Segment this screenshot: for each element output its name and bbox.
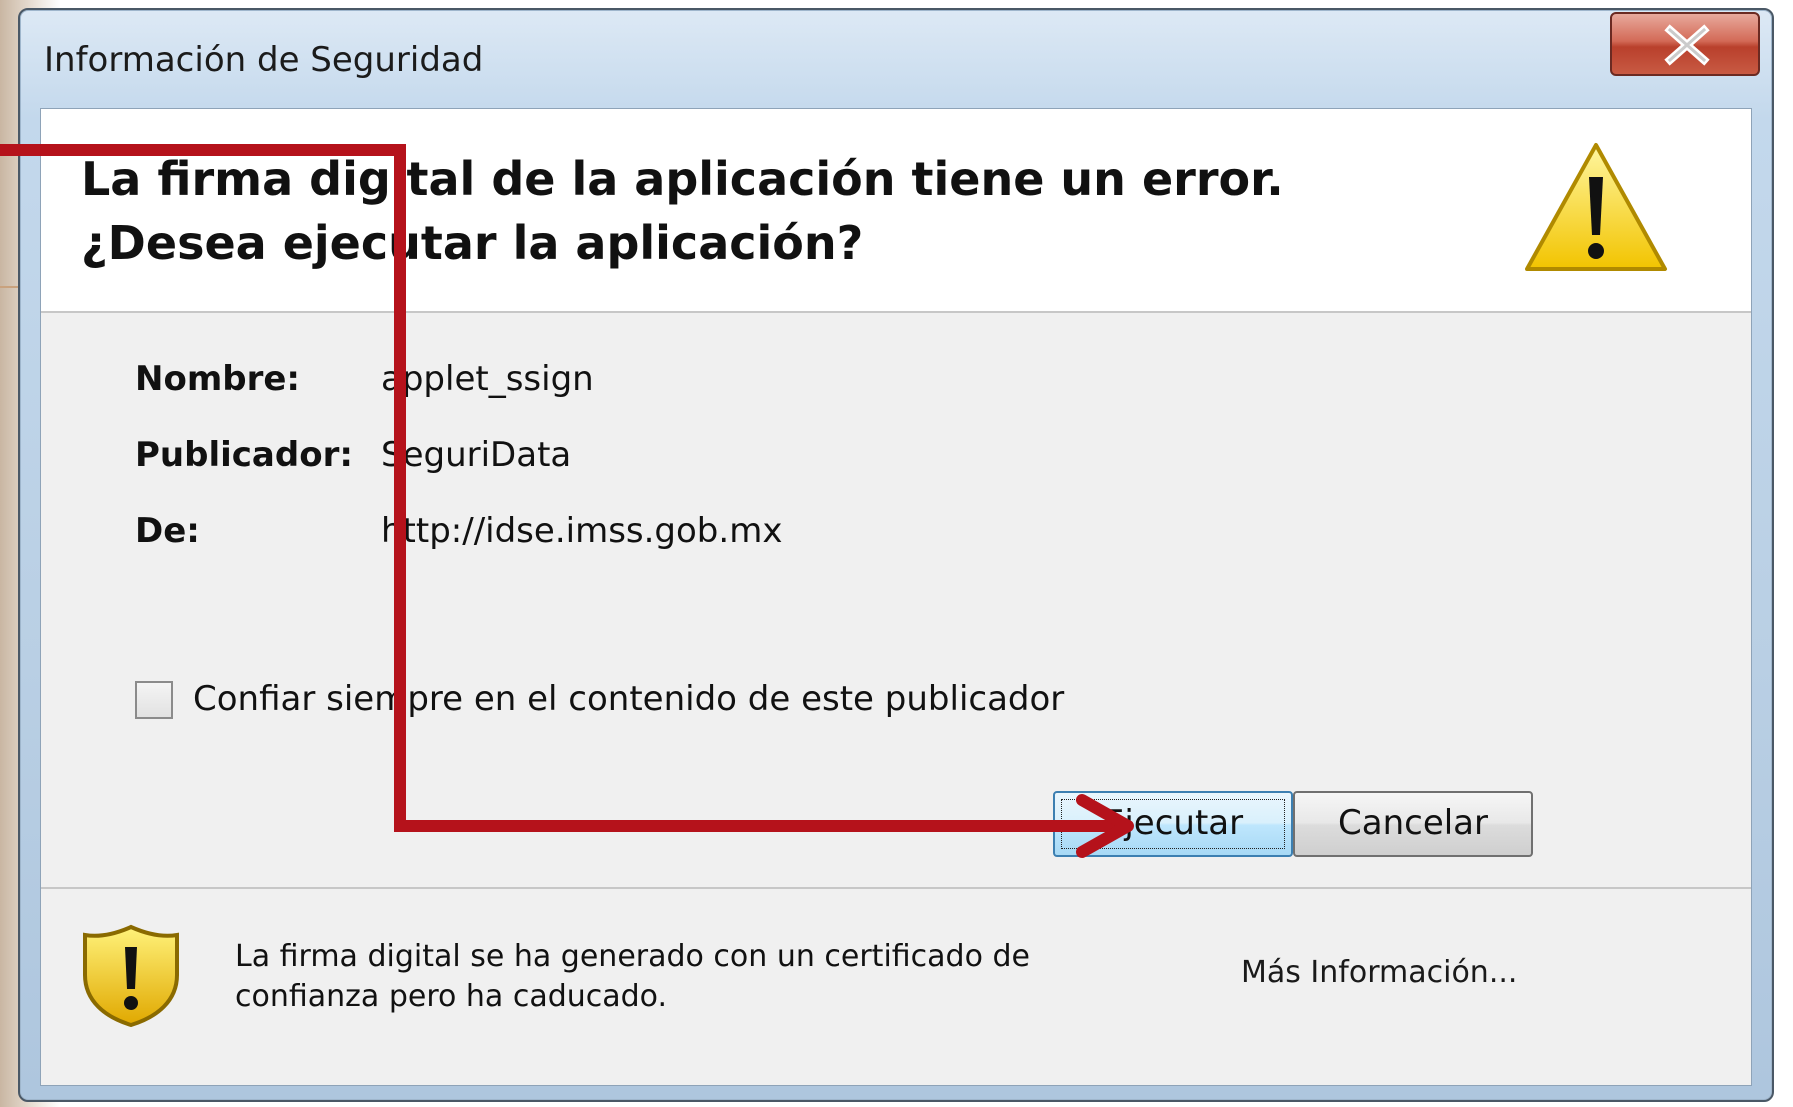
window-title: Información de Seguridad	[44, 40, 484, 80]
footer-message: La firma digital se ha generado con un c…	[235, 939, 1030, 1014]
publisher-label: Publicador:	[135, 435, 353, 475]
publisher-value: SeguriData	[381, 435, 572, 475]
run-button[interactable]: Ejecutar	[1053, 791, 1293, 857]
dialog-header: La firma digital de la aplicación tiene …	[41, 109, 1751, 313]
warning-icon	[1525, 143, 1667, 271]
from-value: http://idse.imss.gob.mx	[381, 511, 783, 551]
dialog-heading: La firma digital de la aplicación tiene …	[81, 152, 1284, 270]
cancel-button-label: Cancelar	[1338, 803, 1488, 843]
security-dialog: Información de Seguridad La firma digita…	[18, 8, 1774, 1102]
dialog-footer: La firma digital se ha generado con un c…	[41, 887, 1751, 1089]
close-button[interactable]	[1610, 12, 1760, 76]
focus-ring	[1061, 799, 1285, 849]
shield-warning-icon	[83, 924, 179, 1027]
close-icon	[1664, 24, 1710, 66]
dialog-body: La firma digital de la aplicación tiene …	[40, 108, 1752, 1086]
name-label: Nombre:	[135, 359, 301, 399]
cancel-button[interactable]: Cancelar	[1293, 791, 1533, 857]
name-value: applet_ssign	[381, 359, 594, 399]
trust-publisher-checkbox[interactable]	[135, 681, 173, 719]
trust-publisher-label[interactable]: Confiar siempre en el contenido de este …	[193, 679, 1064, 719]
more-info-link[interactable]: Más Información...	[1241, 955, 1517, 990]
from-label: De:	[135, 511, 200, 551]
title-bar: Información de Seguridad	[20, 10, 1772, 108]
